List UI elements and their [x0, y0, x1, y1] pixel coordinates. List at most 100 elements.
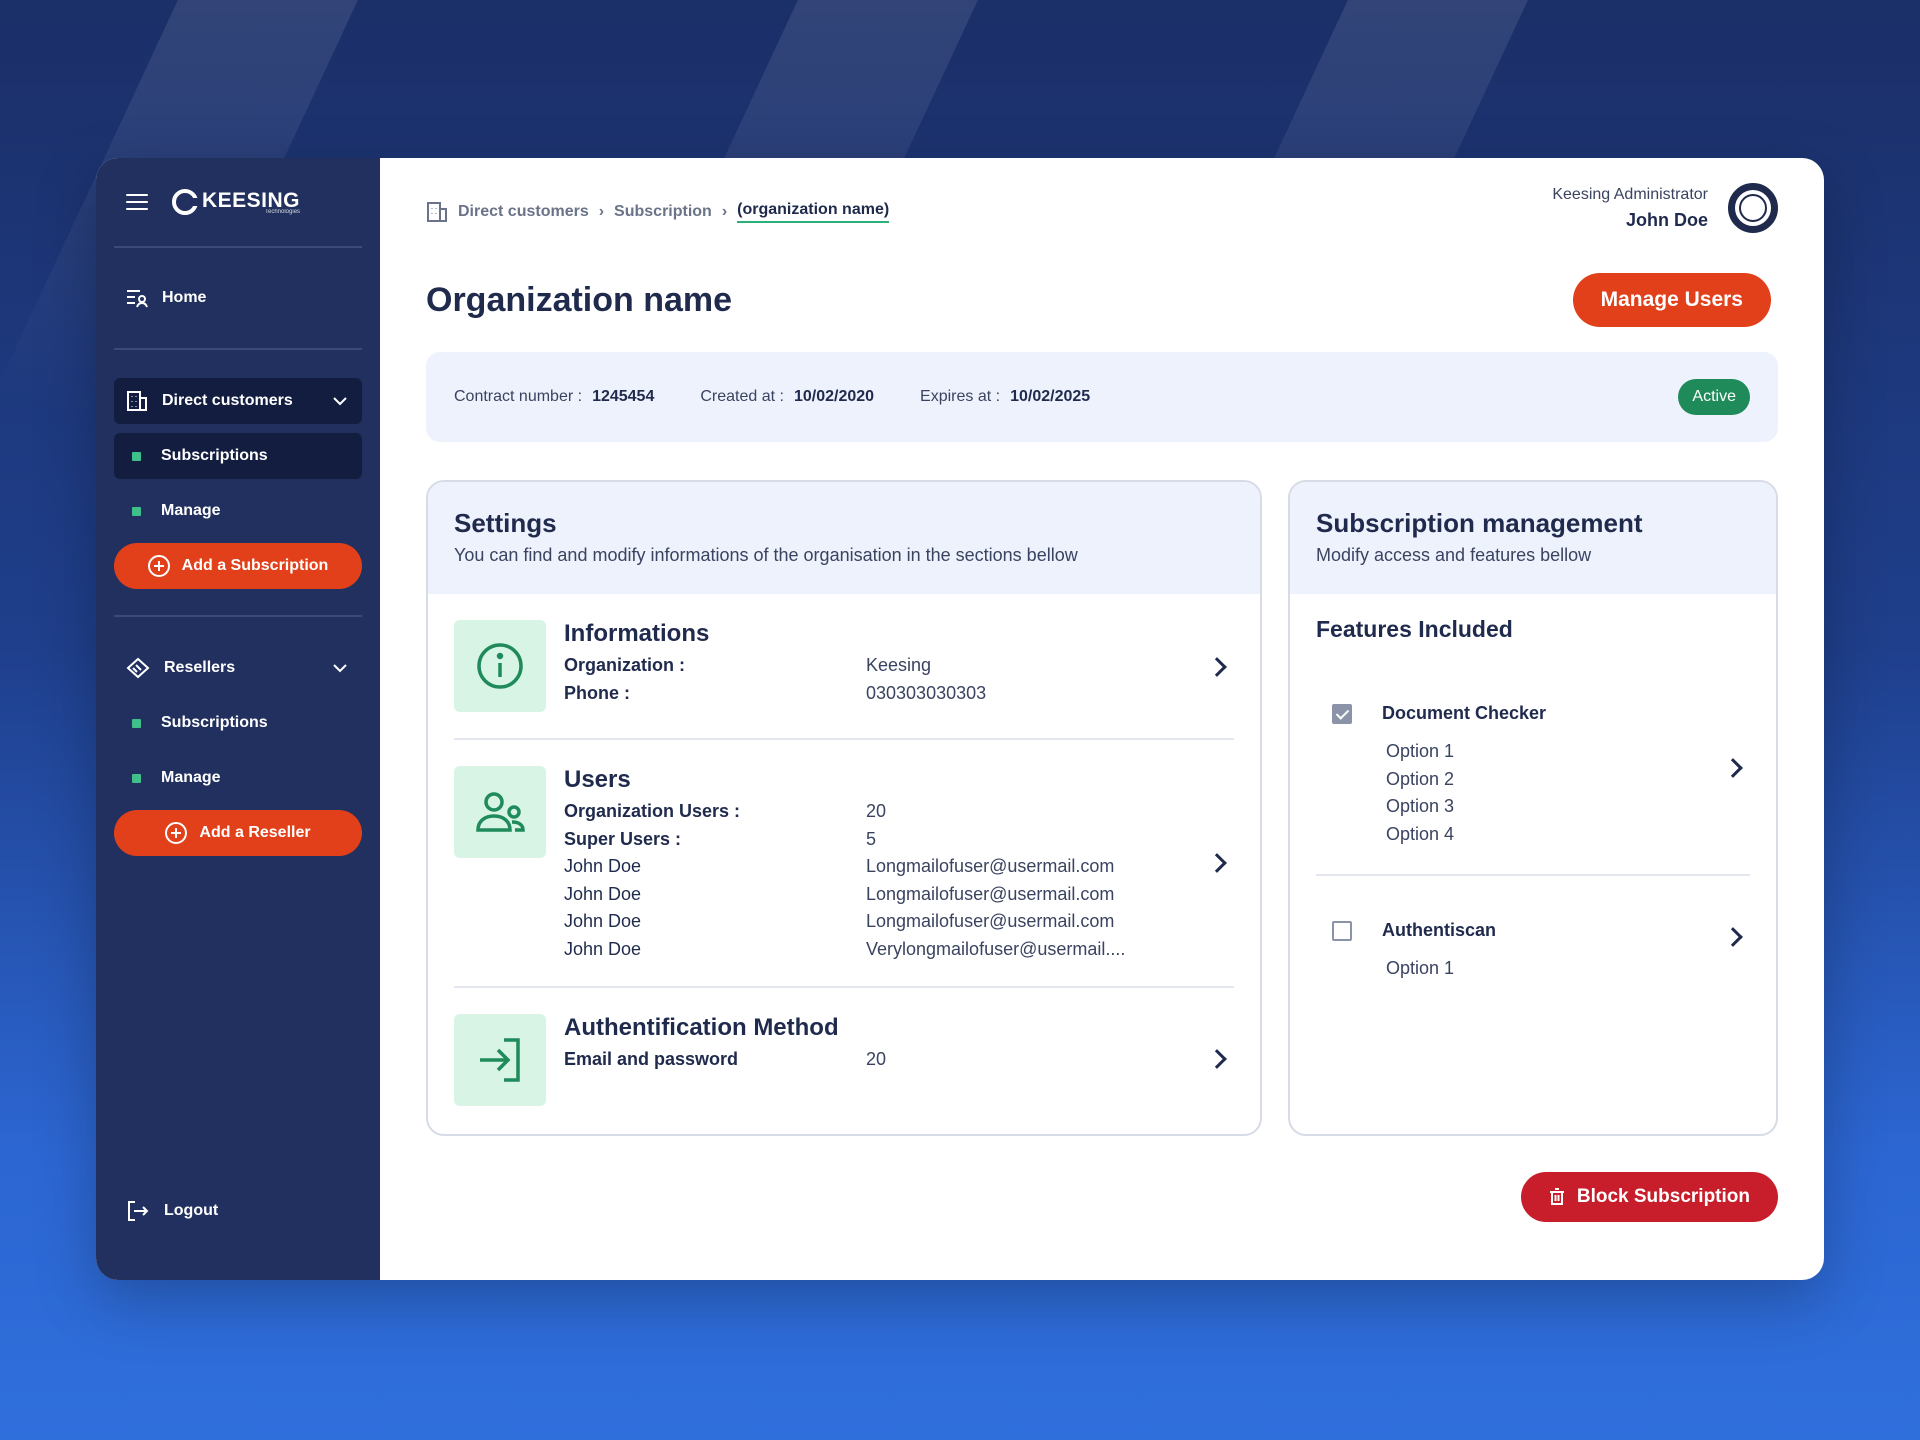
sidebar-item-resellers[interactable]: Resellers	[114, 645, 362, 691]
organization-row: Organization : Keesing	[564, 652, 1234, 680]
contract-number-label: Contract number :	[454, 388, 583, 405]
user-row: John Doe Longmailofuser@usermail.com	[564, 881, 1234, 909]
breadcrumb-current: (organization name)	[737, 201, 890, 223]
sidebar-item-label: Manage	[161, 502, 221, 519]
logout-button[interactable]: Logout	[126, 1200, 218, 1222]
bullet-icon	[132, 506, 141, 516]
sidebar-item-direct-manage[interactable]: Manage	[114, 488, 362, 534]
chevron-down-icon[interactable]	[332, 396, 348, 406]
user-email: Longmailofuser@usermail.com	[866, 856, 1115, 876]
sidebar-item-label: Manage	[161, 769, 221, 786]
feature-head: Authentiscan	[1316, 920, 1750, 941]
sidebar-item-label: Direct customers	[162, 392, 293, 409]
settings-card: Settings You can find and modify informa…	[426, 480, 1262, 1136]
settings-subtitle: You can find and modify informations of …	[454, 545, 1078, 565]
logout-icon	[128, 1201, 149, 1221]
auth-body: Authentification Method Email and passwo…	[564, 1014, 1234, 1102]
feature-name: Authentiscan	[1382, 920, 1497, 940]
sidebar-item-reseller-subscriptions[interactable]: Subscriptions	[114, 700, 362, 746]
sidebar-item-reseller-manage[interactable]: Manage	[114, 755, 362, 801]
title-row: Organization name Manage Users	[426, 268, 1778, 332]
feature-option: Option 3	[1386, 796, 1455, 816]
plus-circle-icon	[165, 822, 188, 844]
user-row: John Doe Verylongmailofuser@usermail....	[564, 936, 1234, 964]
bullet-icon	[132, 773, 141, 783]
user-row: John Doe Longmailofuser@usermail.com	[564, 853, 1234, 881]
users-title: Users	[564, 766, 631, 793]
info-icon-box	[454, 620, 546, 712]
organization-value: Keesing	[866, 655, 932, 675]
user-name: John Doe	[564, 911, 642, 931]
settings-title: Settings	[454, 508, 557, 538]
sidebar-item-direct-customers[interactable]: Direct customers	[114, 378, 362, 424]
users-icon	[476, 792, 525, 832]
auth-method-row: Email and password 20	[564, 1046, 1234, 1074]
sidebar-item-direct-subscriptions[interactable]: Subscriptions	[114, 433, 362, 479]
avatar[interactable]	[1728, 183, 1778, 233]
user-box[interactable]: Keesing Administrator John Doe	[1552, 183, 1778, 233]
users-section[interactable]: Users Organization Users : 20 Super User…	[454, 740, 1234, 988]
informations-section[interactable]: Informations Organization : Keesing Phon…	[454, 594, 1234, 740]
expires-field: Expires at : 10/02/2025	[920, 388, 1090, 406]
auth-method-value: 20	[866, 1049, 887, 1069]
breadcrumb-item[interactable]: Subscription	[614, 203, 712, 221]
add-reseller-button[interactable]: Add a Reseller	[114, 810, 362, 856]
chevron-down-icon[interactable]	[332, 663, 348, 673]
hamburger-menu-icon[interactable]	[126, 194, 148, 210]
feature-head: Document Checker	[1316, 703, 1750, 724]
users-body: Users Organization Users : 20 Super User…	[564, 766, 1234, 960]
subscription-subtitle: Modify access and features bellow	[1316, 545, 1592, 565]
logo-text: KEESING	[202, 188, 301, 212]
bullet-icon	[132, 451, 141, 461]
expires-label: Expires at :	[920, 388, 1001, 405]
login-icon-box	[454, 1014, 546, 1106]
user-name: John Doe	[564, 856, 642, 876]
feature-document-checker[interactable]: Document Checker Option 1 Option 2 Optio…	[1316, 643, 1750, 876]
add-reseller-label: Add a Reseller	[199, 824, 311, 841]
user-name: John Doe	[564, 938, 642, 959]
keesing-logo[interactable]: KEESING Technologies	[172, 189, 300, 215]
manage-users-button[interactable]: Manage Users	[1572, 273, 1771, 327]
user-email: Longmailofuser@usermail.com	[866, 911, 1115, 931]
feature-checkbox[interactable]	[1332, 703, 1352, 724]
organization-label: Organization :	[564, 655, 685, 675]
feature-authentiscan[interactable]: Authentiscan Option 1	[1316, 876, 1750, 983]
sidebar-header: KEESING Technologies	[114, 158, 362, 246]
auth-method-label: Email and password	[564, 1049, 739, 1069]
feature-name: Document Checker	[1382, 703, 1547, 723]
login-icon	[480, 1038, 520, 1082]
sidebar-item-home[interactable]: Home	[114, 248, 362, 348]
home-list-icon	[127, 290, 148, 308]
block-subscription-button[interactable]: Block Subscription	[1520, 1172, 1778, 1222]
breadcrumb-item[interactable]: Direct customers	[458, 203, 589, 221]
users-icon-box	[454, 766, 546, 858]
breadcrumb-separator: ›	[598, 203, 605, 220]
sidebar: KEESING Technologies Home Direct custome…	[96, 158, 380, 1280]
feature-option: Option 2	[1386, 768, 1455, 789]
phone-row: Phone : 030303030303	[564, 680, 1234, 708]
bullet-icon	[132, 718, 141, 728]
super-users-value: 5	[866, 828, 877, 849]
subscription-card-header: Subscription management Modify access an…	[1290, 482, 1776, 594]
user-row: John Doe Longmailofuser@usermail.com	[564, 908, 1234, 936]
user-role: Keesing Administrator	[1552, 185, 1708, 203]
contract-number-field: Contract number : 1245454	[454, 388, 654, 406]
info-icon	[477, 643, 523, 689]
feature-options: Option 1	[1316, 955, 1750, 983]
plus-circle-icon	[147, 555, 170, 577]
add-subscription-button[interactable]: Add a Subscription	[114, 543, 362, 589]
created-field: Created at : 10/02/2020	[700, 388, 874, 406]
handshake-icon	[126, 657, 150, 679]
subscription-title: Subscription management	[1316, 508, 1643, 538]
auth-section[interactable]: Authentification Method Email and passwo…	[454, 988, 1234, 1128]
user-email: Verylongmailofuser@usermail....	[866, 938, 1126, 959]
feature-checkbox[interactable]	[1332, 920, 1352, 941]
org-users-row: Organization Users : 20	[564, 798, 1234, 826]
contract-number-value: 1245454	[592, 388, 655, 405]
sidebar-item-label: Subscriptions	[161, 447, 268, 464]
logo-mark-icon	[172, 189, 200, 215]
top-bar: Direct customers › Subscription › (organ…	[426, 158, 1778, 258]
org-users-value: 20	[866, 801, 887, 821]
logout-label: Logout	[164, 1202, 219, 1219]
settings-card-header: Settings You can find and modify informa…	[428, 482, 1260, 594]
